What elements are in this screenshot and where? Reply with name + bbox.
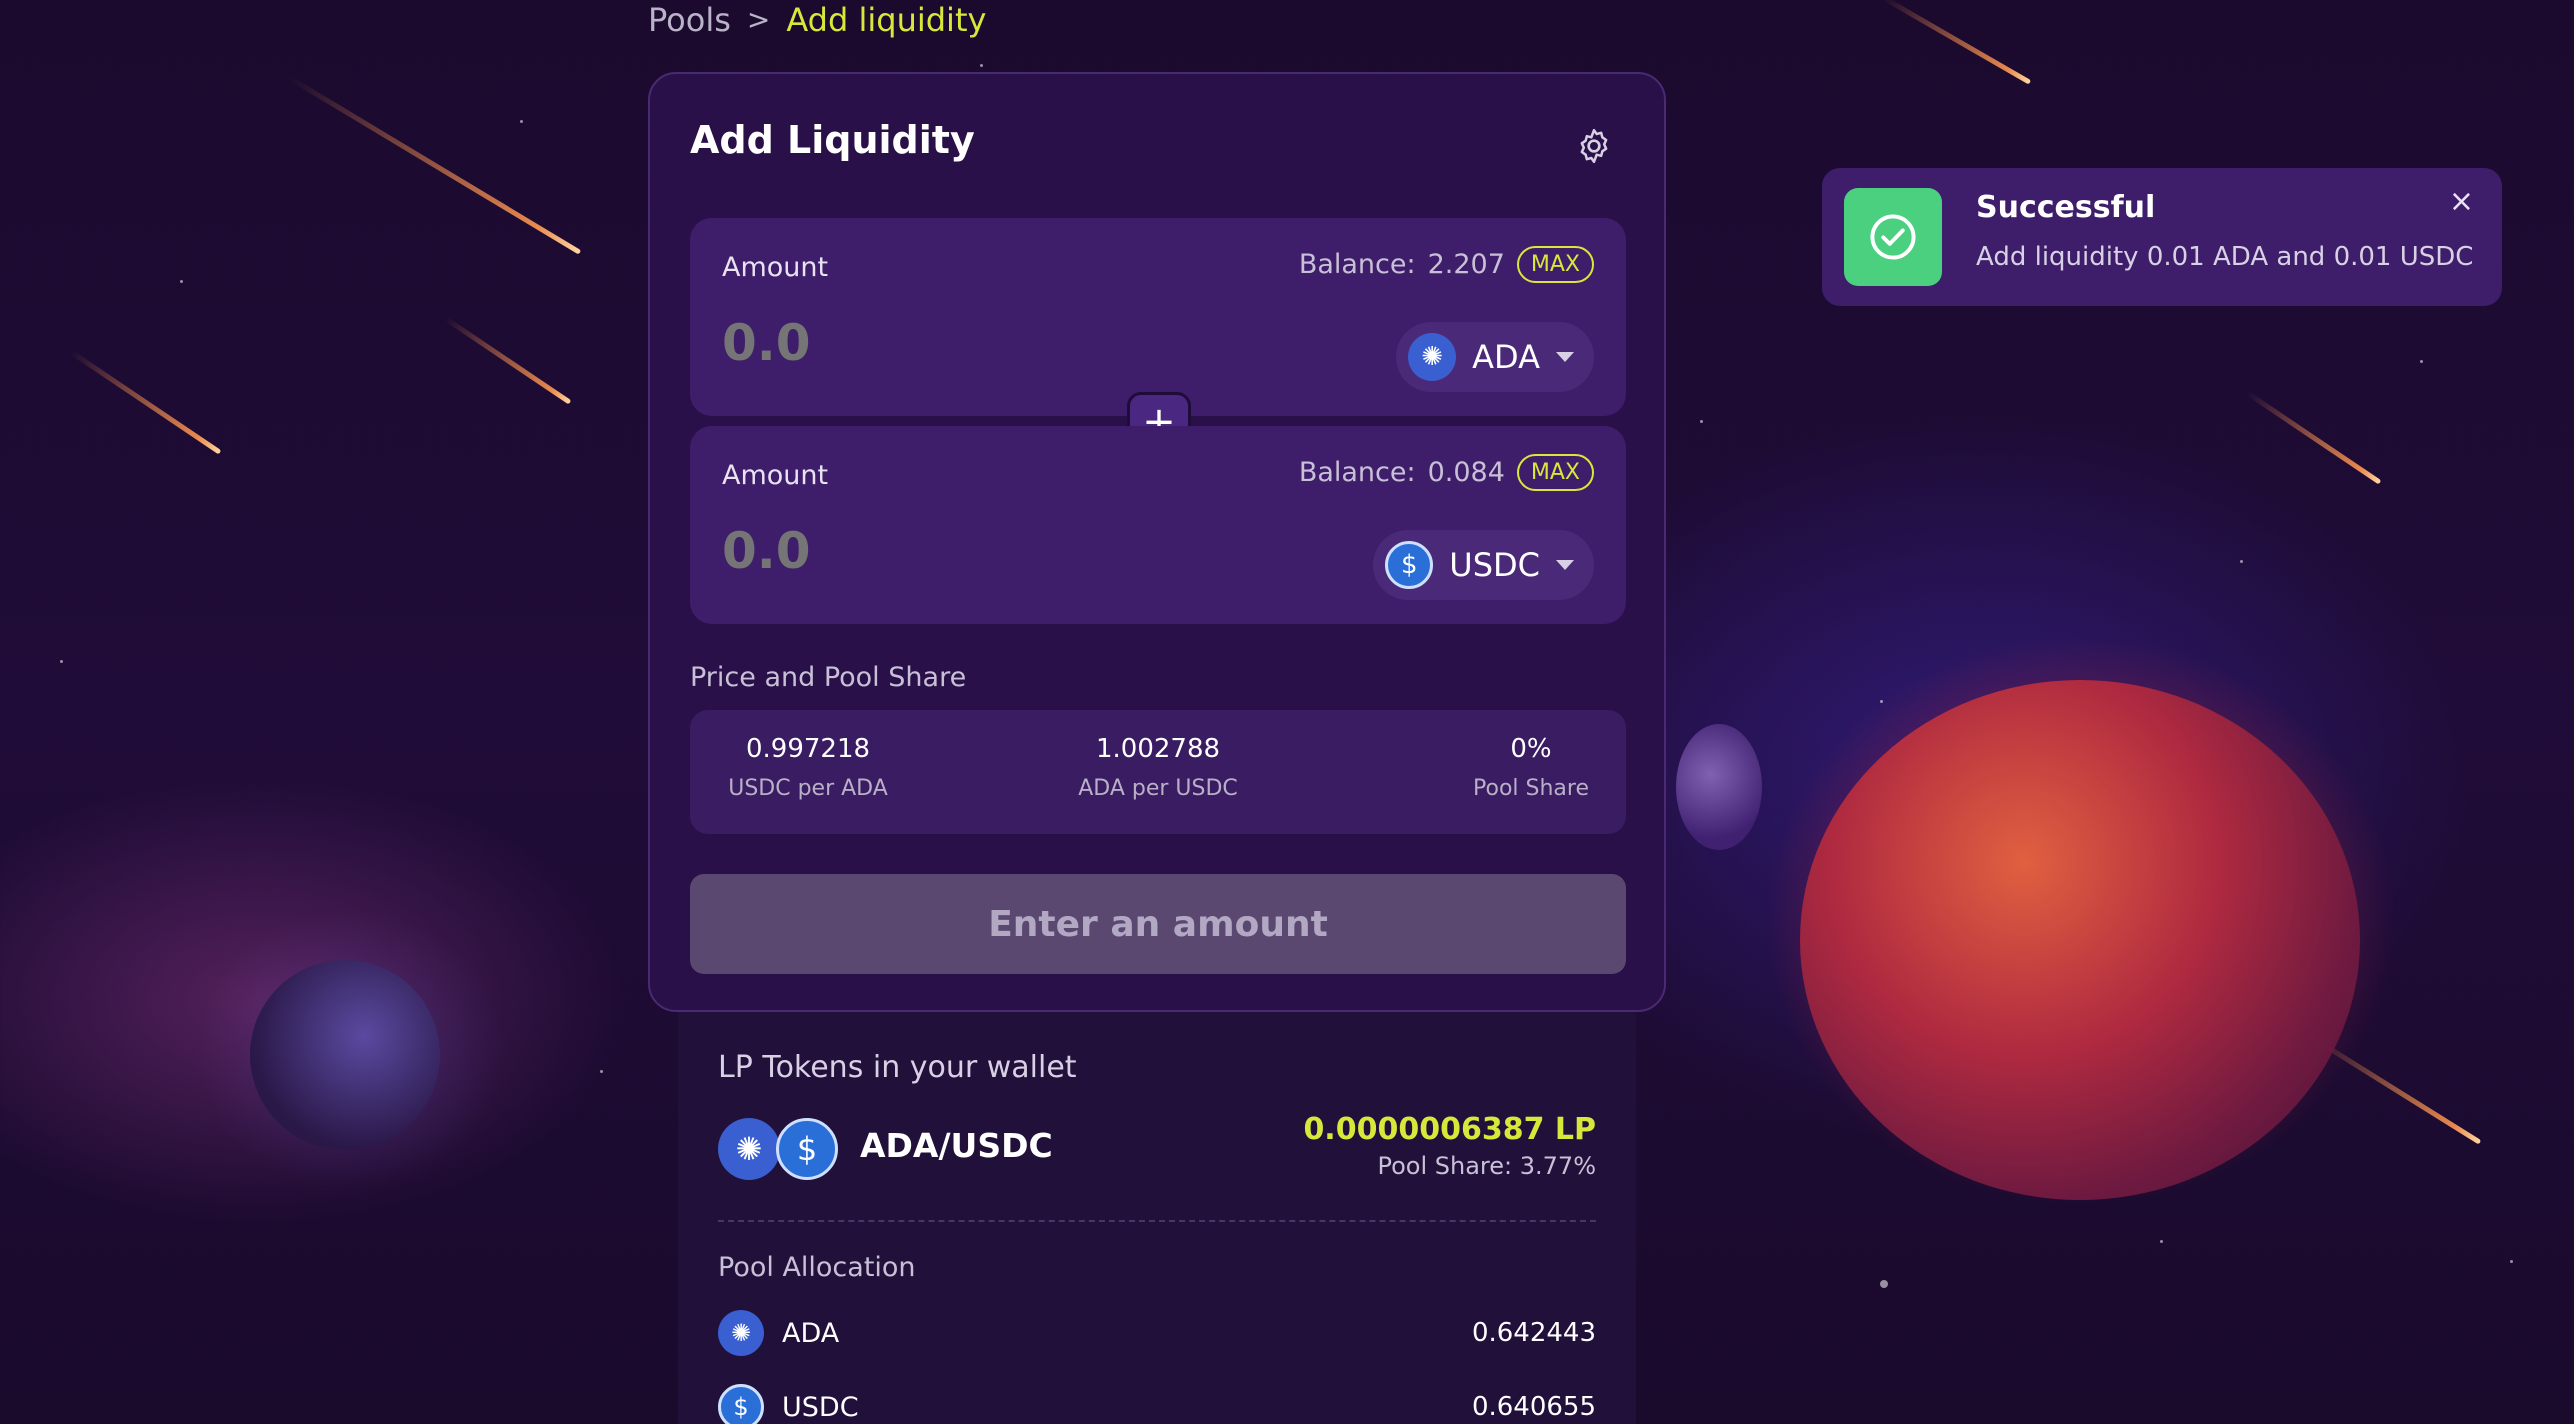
balance: Balance: 0.084 MAX [1299,454,1594,491]
breadcrumb-current: Add liquidity [786,1,987,39]
lp-tokens-title: LP Tokens in your wallet [718,1050,1077,1085]
allocation-value: 0.640655 [1471,1392,1596,1422]
usdc-token-icon: $ [1385,541,1434,589]
stat-value: 0.997218 [745,734,871,764]
amount-input[interactable] [722,522,1222,580]
allocation-row-ada: ✺ ADA 0.642443 [718,1310,1596,1356]
balance-label: Balance: [1298,457,1416,488]
toast-title: Successful [1976,190,2156,225]
stat-label: ADA per USDC [1078,776,1238,801]
amount-input[interactable] [722,314,1222,372]
amount-label: Amount [722,460,829,491]
stat-label: Pool Share [1473,776,1589,801]
add-liquidity-card: Add Liquidity Amount Balance: 2.207 MAX … [648,72,1666,1012]
max-button[interactable]: MAX [1516,246,1594,283]
lp-amount: 0.0000006387 LP [1303,1112,1596,1147]
amount-label: Amount [722,252,829,283]
token-symbol: ADA [1472,338,1540,376]
max-button[interactable]: MAX [1516,454,1594,491]
token-b-input-box: Amount Balance: 0.084 MAX $ USDC [690,426,1626,624]
chevron-down-icon [1556,352,1574,362]
token-select-ada[interactable]: ✺ ADA [1396,322,1594,392]
pool-allocation-title: Pool Allocation [718,1252,916,1283]
stat-value: 1.002788 [1095,734,1221,764]
balance-value: 2.207 [1427,249,1505,280]
allocation-value: 0.642443 [1471,1318,1596,1348]
pair-icons: ✺ $ [718,1118,842,1182]
token-symbol: USDC [1449,546,1540,584]
pair-name: ADA/USDC [860,1126,1053,1165]
usdc-token-icon: $ [718,1384,764,1424]
allocation-row-usdc: $ USDC 0.640655 [718,1384,1596,1424]
balance-value: 0.084 [1427,457,1505,488]
allocation-token: USDC [782,1391,859,1423]
allocation-token: ADA [782,1317,840,1349]
price-stats: 0.997218 USDC per ADA 1.002788 ADA per U… [690,710,1626,834]
stat-label: USDC per ADA [728,776,888,801]
price-pool-share-title: Price and Pool Share [690,662,967,693]
breadcrumb-separator: > [746,3,771,36]
stat-usdc-per-ada: 0.997218 USDC per ADA [708,734,908,801]
token-a-input-box: Amount Balance: 2.207 MAX ✺ ADA [690,218,1626,416]
usdc-token-icon: $ [776,1118,838,1180]
breadcrumb: Pools > Add liquidity [648,0,986,40]
ada-token-icon: ✺ [718,1310,764,1356]
stat-pool-share: 0% Pool Share [1456,734,1606,801]
close-icon[interactable]: × [2449,184,2474,219]
stat-ada-per-usdc: 1.002788 ADA per USDC [1048,734,1268,801]
ada-token-icon: ✺ [1408,333,1457,381]
gear-icon[interactable] [1574,126,1614,166]
balance: Balance: 2.207 MAX [1299,246,1594,283]
ada-token-icon: ✺ [718,1118,780,1180]
lp-pool-share: Pool Share: 3.77% [1377,1152,1597,1180]
chevron-down-icon [1556,560,1574,570]
enter-amount-button[interactable]: Enter an amount [690,874,1626,974]
page-title: Add Liquidity [690,118,975,162]
breadcrumb-pools-link[interactable]: Pools [648,0,731,40]
token-select-usdc[interactable]: $ USDC [1373,530,1594,600]
toast-message: Add liquidity 0.01 ADA and 0.01 USDC [1976,242,2474,272]
balance-label: Balance: [1298,249,1416,280]
success-toast: Successful Add liquidity 0.01 ADA and 0.… [1822,168,2502,306]
check-circle-icon [1844,188,1942,286]
divider [718,1220,1596,1222]
lp-tokens-panel: LP Tokens in your wallet ✺ $ ADA/USDC 0.… [678,1012,1636,1424]
stat-value: 0% [1510,734,1552,764]
